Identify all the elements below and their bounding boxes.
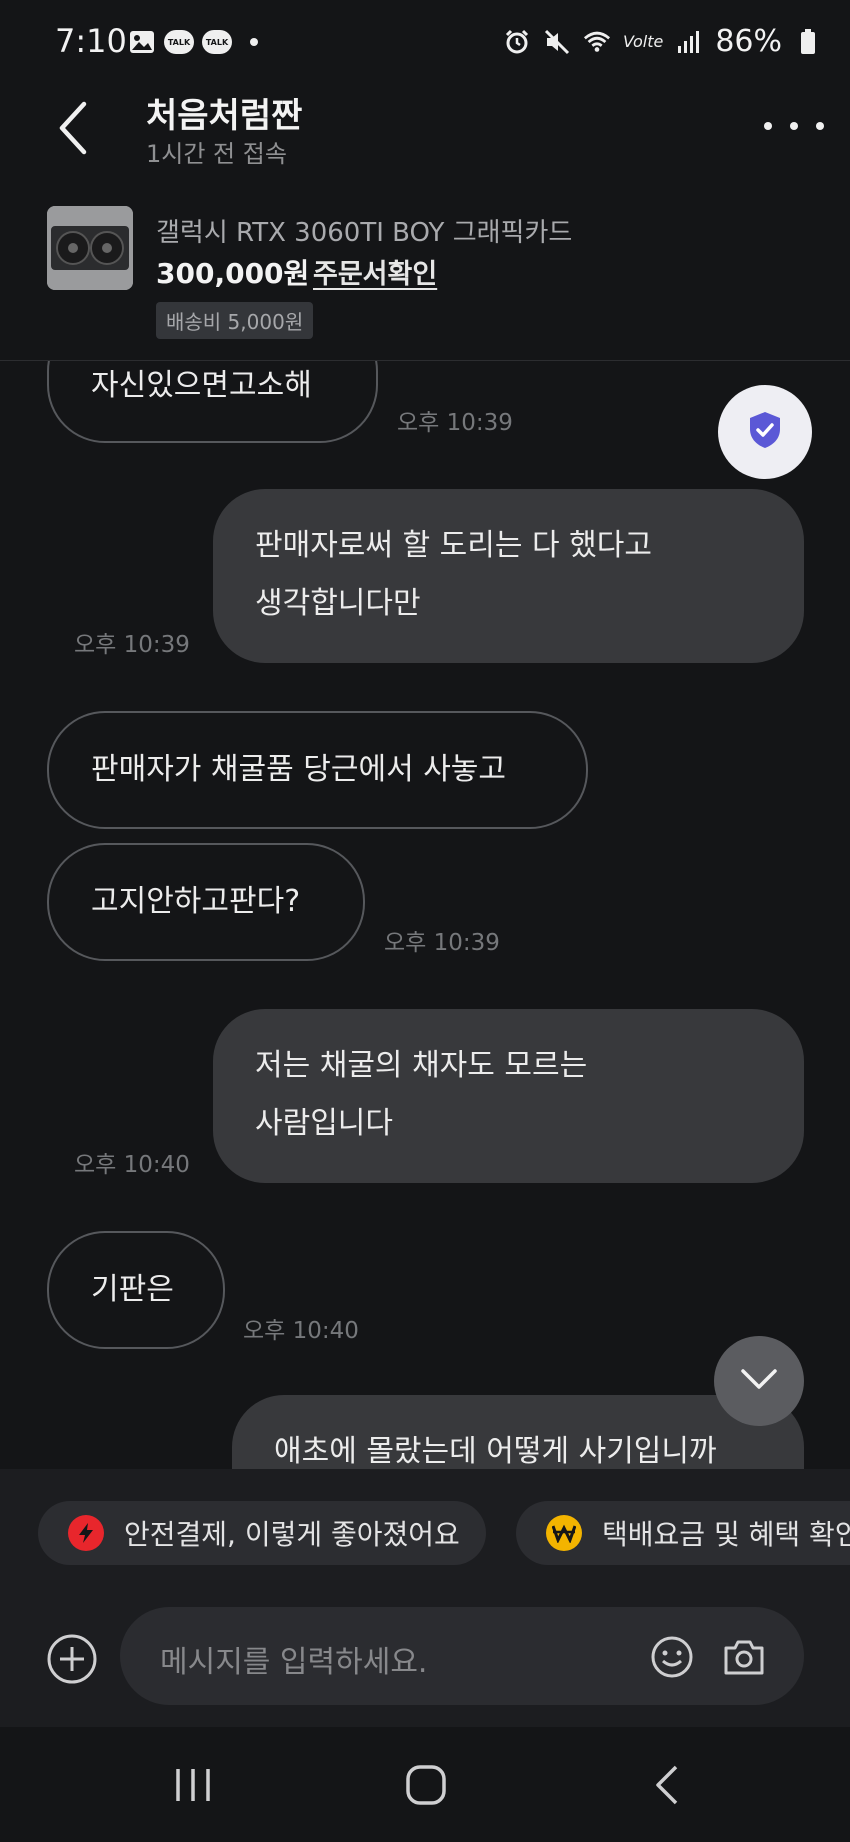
- dot-icon: [250, 38, 258, 46]
- product-name: 갤럭시 RTX 3060TI BOY 그래픽카드: [156, 218, 573, 248]
- message-time: 오후 10:40: [243, 1318, 359, 1344]
- message-time: 오후 10:39: [74, 632, 190, 658]
- system-nav-bar: [0, 1727, 850, 1842]
- message-text: 기판은: [91, 1272, 174, 1307]
- product-card[interactable]: 갤럭시 RTX 3060TI BOY 그래픽카드 300,000원 주문서확인 …: [0, 194, 850, 361]
- safety-shield-button[interactable]: [718, 385, 812, 479]
- battery-percent: 86%: [715, 24, 782, 59]
- product-price: 300,000원: [156, 257, 310, 290]
- camera-button[interactable]: [722, 1635, 766, 1679]
- talk-icon: TALK: [202, 30, 232, 54]
- status-right-icons: Volte 86%: [503, 24, 822, 59]
- quick-action-shipping[interactable]: 택배요금 및 혜택 확인: [516, 1501, 850, 1565]
- more-options-button[interactable]: [764, 106, 824, 146]
- quick-action-label: 택배요금 및 혜택 확인: [602, 1518, 850, 1551]
- order-confirm-link[interactable]: 주문서확인: [313, 252, 437, 291]
- message-text: 판매자가 채굴품 당근에서 사놓고: [91, 752, 507, 787]
- message-bubble-incoming[interactable]: 자신있으면고소해: [47, 361, 378, 443]
- lightning-icon: [68, 1515, 104, 1551]
- add-attachment-button[interactable]: [46, 1633, 98, 1685]
- more-dot-icon: [764, 122, 772, 130]
- mute-icon: [543, 28, 571, 56]
- message-bubble-incoming[interactable]: 판매자가 채굴품 당근에서 사놓고: [47, 711, 588, 829]
- message-text: 애초에 몰랐는데 어떻게 사기입니까: [274, 1434, 717, 1469]
- status-bar: 7:10 TALK TALK Volte 86%: [0, 0, 850, 84]
- message-text: 자신있으면고소해: [91, 368, 312, 403]
- quick-actions-bar: 안전결제, 이렇게 좋아졌어요 택배요금 및 혜택 확인: [0, 1469, 850, 1587]
- message-time: 오후 10:39: [384, 930, 500, 956]
- quick-action-safe-payment[interactable]: 안전결제, 이렇게 좋아졌어요: [38, 1501, 486, 1565]
- scroll-to-bottom-button[interactable]: [714, 1336, 804, 1426]
- message-time: 오후 10:39: [397, 410, 513, 436]
- plus-circle-icon: [46, 1634, 98, 1689]
- chat-messages[interactable]: 자신있으면고소해 오후 10:39 오후 10:39 판매자로써 할 도리는 다…: [0, 361, 850, 1469]
- emoji-button[interactable]: [650, 1635, 694, 1679]
- chat-title: 처음처럼짠: [146, 96, 303, 136]
- message-input[interactable]: 메시지를 입력하세요.: [120, 1607, 804, 1705]
- chat-header: 처음처럼짠 1시간 전 접속: [0, 84, 850, 194]
- product-thumbnail[interactable]: [47, 206, 133, 290]
- last-seen-text: 1시간 전 접속: [146, 140, 287, 168]
- volte-icon: Volte: [622, 32, 664, 51]
- more-dot-icon: [816, 122, 824, 130]
- home-button[interactable]: [404, 1763, 454, 1807]
- won-icon: [546, 1515, 582, 1551]
- message-bubble-outgoing[interactable]: 애초에 몰랐는데 어떻게 사기입니까: [232, 1395, 804, 1469]
- talk-icon: TALK: [164, 30, 194, 54]
- status-left-icons: TALK TALK: [128, 28, 258, 56]
- message-bubble-incoming[interactable]: 고지안하고판다?: [47, 843, 365, 961]
- message-time: 오후 10:40: [74, 1152, 190, 1178]
- back-nav-button[interactable]: [646, 1763, 696, 1807]
- message-bubble-incoming[interactable]: 기판은: [47, 1231, 225, 1349]
- message-text: 생각합니다만: [255, 586, 421, 621]
- chevron-down-icon: [739, 1367, 779, 1395]
- status-time: 7:10: [55, 22, 127, 60]
- wifi-icon: [583, 28, 611, 56]
- message-text: 판매자로써 할 도리는 다 했다고: [255, 528, 652, 563]
- battery-icon: [794, 28, 822, 56]
- quick-action-label: 안전결제, 이렇게 좋아졌어요: [124, 1518, 460, 1551]
- back-button[interactable]: [52, 98, 96, 158]
- recent-apps-button[interactable]: [168, 1763, 218, 1807]
- message-bubble-outgoing[interactable]: 판매자로써 할 도리는 다 했다고 생각합니다만: [213, 489, 804, 663]
- message-input-placeholder: 메시지를 입력하세요.: [160, 1645, 428, 1680]
- shipping-badge: 배송비 5,000원: [156, 302, 314, 339]
- message-text: 저는 채굴의 채자도 모르는: [255, 1048, 588, 1083]
- message-text: 고지안하고판다?: [91, 884, 301, 919]
- message-bubble-outgoing[interactable]: 저는 채굴의 채자도 모르는 사람입니다: [213, 1009, 804, 1183]
- message-input-bar: 메시지를 입력하세요.: [0, 1587, 850, 1727]
- message-text: 사람입니다: [255, 1106, 393, 1141]
- more-dot-icon: [790, 122, 798, 130]
- shield-icon: [748, 410, 782, 454]
- alarm-icon: [503, 28, 531, 56]
- signal-icon: [675, 28, 703, 56]
- gallery-icon: [128, 28, 156, 56]
